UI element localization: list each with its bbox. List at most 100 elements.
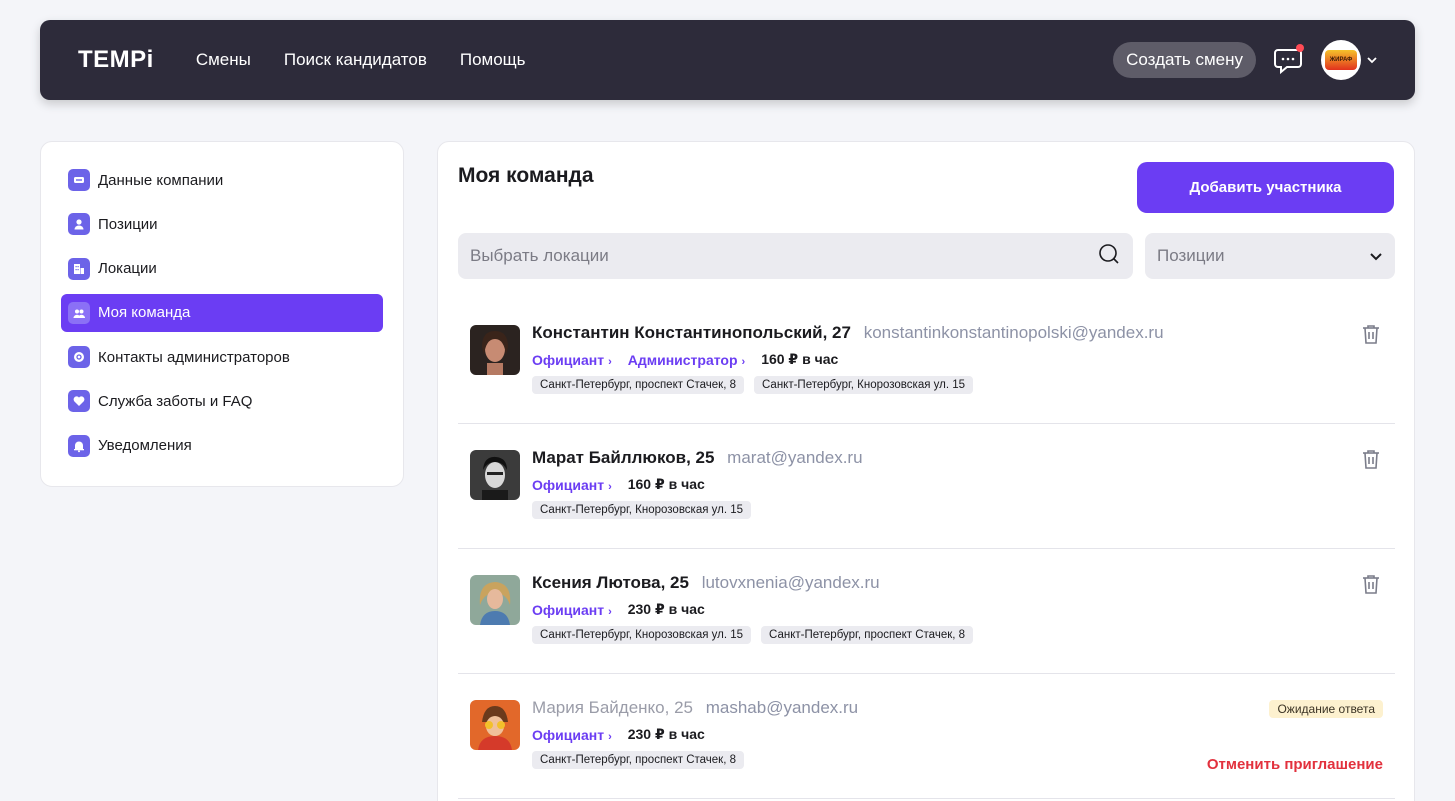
location-tag: Санкт-Петербург, проспект Стачек, 8 [761,626,974,644]
role-label: Официант [532,601,605,618]
member-header: Ксения Лютова, 25 lutovxnenia@yandex.ru [532,573,880,593]
sidebar-item-label: Контакты администраторов [98,348,290,366]
location-search-input[interactable] [470,246,1097,266]
member-name: Константин Константинопольский, 27 [532,323,851,342]
team-member-row: Константин Константинопольский, 27 konst… [458,299,1395,424]
member-locations: Санкт-Петербург, проспект Стачек, 8 [532,751,754,769]
nav-shifts[interactable]: Смены [196,50,251,70]
member-photo [470,450,520,500]
sidebar-item-label: Данные компании [98,171,224,189]
role-label: Администратор [627,351,738,368]
top-right-controls: Создать смену ЖИРАФ [1113,40,1377,80]
sidebar-item-label: Локации [98,260,157,278]
company-card-icon [68,169,90,191]
chat-bubble-icon[interactable] [1272,43,1306,77]
chevron-right-icon: › [741,355,746,368]
team-member-row: Ксения Лютова, 25 lutovxnenia@yandex.ru … [458,549,1395,674]
member-header: Марат Байллюков, 25 marat@yandex.ru [532,448,863,468]
sidebar-item-support-faq[interactable]: Служба заботы и FAQ [61,382,383,420]
role-label: Официант [532,351,605,368]
member-name: Марат Байллюков, 25 [532,448,715,467]
avatar-brand-text: ЖИРАФ [1325,50,1357,70]
status-badge: Ожидание ответа [1269,700,1383,718]
location-tag: Санкт-Петербург, проспект Стачек, 8 [532,376,744,394]
positions-select[interactable]: Позиции [1145,233,1395,279]
sidebar-item-label: Позиции [98,215,158,233]
sidebar-item-positions[interactable]: Позиции [61,205,383,243]
chevron-down-icon[interactable] [1367,53,1377,67]
create-shift-button[interactable]: Создать смену [1113,42,1256,78]
role-link[interactable]: Официант › [532,477,612,493]
location-tag: Санкт-Петербург, Кнорозовская ул. 15 [753,376,974,394]
member-roles: Официант › 230 ₽ в час [532,726,705,743]
location-tag: Санкт-Петербург, Кнорозовская ул. 15 [532,501,752,519]
sidebar-item-my-team[interactable]: Моя команда [61,293,383,332]
member-roles: Официант › Администратор › 160 ₽ в час [532,351,838,368]
member-email: mashab@yandex.ru [705,698,859,717]
notification-dot [1296,44,1304,52]
member-photo [470,325,520,375]
nav-candidate-search[interactable]: Поиск кандидатов [284,50,427,70]
member-email: lutovxnenia@yandex.ru [701,573,880,592]
cancel-invitation-link[interactable]: Отменить приглашение [1207,756,1383,773]
role-link[interactable]: Официант › [532,727,612,743]
chevron-right-icon: › [608,605,612,618]
team-icon [68,301,90,324]
sidebar-item-label: Моя команда [98,304,191,322]
member-header: Мария Байденко, 25 mashab@yandex.ru [532,698,858,718]
bell-icon [68,434,90,457]
trash-icon[interactable] [1361,448,1381,470]
member-header: Константин Константинопольский, 27 konst… [532,323,1164,343]
member-locations: Санкт-Петербург, проспект Стачек, 8 Санк… [532,376,983,394]
team-panel: Моя команда Добавить участника Позиции К… [437,141,1415,801]
member-photo [470,700,520,750]
sidebar-item-company[interactable]: Данные компании [61,161,383,199]
chevron-right-icon: › [608,730,612,743]
member-rate: 230 ₽ в час [627,726,705,742]
company-avatar[interactable]: ЖИРАФ [1321,40,1361,80]
nav-help[interactable]: Помощь [460,50,526,70]
member-locations: Санкт-Петербург, Кнорозовская ул. 15 [532,501,761,519]
member-photo [470,575,520,625]
role-link[interactable]: Администратор › [628,352,745,368]
add-member-button[interactable]: Добавить участника [1137,162,1394,213]
location-tag: Санкт-Петербург, Кнорозовская ул. 15 [532,626,752,644]
heart-icon [68,390,90,413]
search-icon[interactable] [1097,242,1121,271]
chevron-down-icon [1369,246,1383,266]
trash-icon[interactable] [1361,573,1381,595]
member-rate: 160 ₽ в час [627,476,705,492]
sidebar-item-label: Служба заботы и FAQ [98,392,253,410]
at-icon [68,346,90,369]
member-name: Ксения Лютова, 25 [532,573,689,592]
tempi-logo[interactable]: TEMPi [78,46,154,74]
member-locations: Санкт-Петербург, Кнорозовская ул. 15 Сан… [532,626,983,644]
member-email: marat@yandex.ru [727,448,863,467]
location-search-field[interactable] [458,233,1133,279]
settings-sidebar: Данные компании Позиции Локации Моя кома… [40,141,404,487]
sidebar-item-locations[interactable]: Локации [61,250,383,288]
person-icon [68,213,90,236]
role-label: Официант [532,476,605,493]
team-member-row: Марат Байллюков, 25 marat@yandex.ru Офиц… [458,424,1395,549]
location-tag: Санкт-Петербург, проспект Стачек, 8 [532,751,744,769]
member-roles: Официант › 230 ₽ в час [532,601,705,618]
member-rate: 230 ₽ в час [627,601,705,617]
chevron-right-icon: › [608,355,612,368]
building-icon [68,257,90,280]
top-navbar: TEMPi Смены Поиск кандидатов Помощь Созд… [40,20,1415,100]
sidebar-item-label: Уведомления [98,437,192,455]
role-link[interactable]: Официант › [532,602,612,618]
sidebar-item-admin-contacts[interactable]: Контакты администраторов [61,338,383,376]
page-title: Моя команда [458,164,594,187]
team-member-row-pending: Мария Байденко, 25 mashab@yandex.ru Офиц… [458,674,1395,799]
role-label: Официант [532,726,605,743]
member-rate: 160 ₽ в час [761,351,839,367]
trash-icon[interactable] [1361,323,1381,345]
member-roles: Официант › 160 ₽ в час [532,476,705,493]
sidebar-item-notifications[interactable]: Уведомления [61,427,383,465]
positions-select-label: Позиции [1157,246,1225,265]
role-link[interactable]: Официант › [532,352,612,368]
member-email: konstantinkonstantinopolski@yandex.ru [863,323,1164,342]
member-name: Мария Байденко, 25 [532,698,693,717]
